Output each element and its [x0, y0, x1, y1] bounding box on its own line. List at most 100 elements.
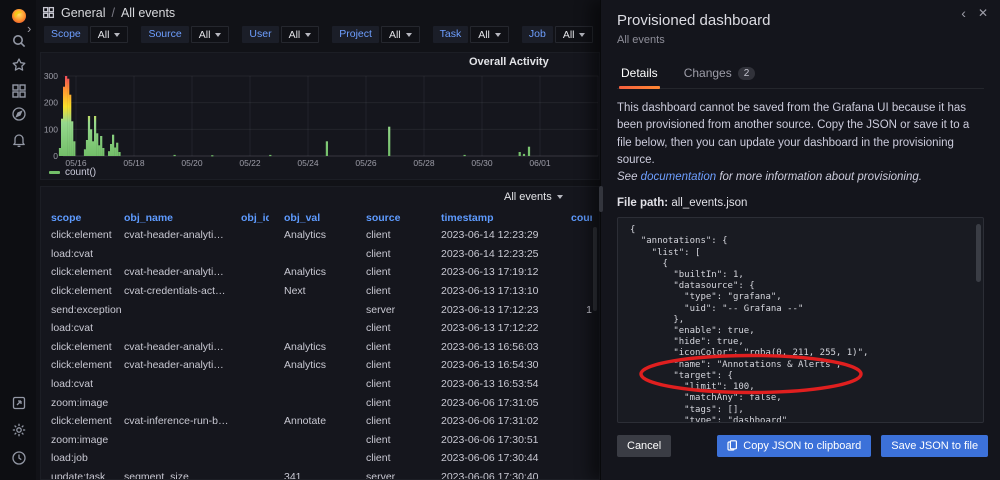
table-row[interactable]: click:elementcvat-inference-run-b…Annota…	[41, 412, 599, 431]
explore-compass-icon[interactable]	[10, 105, 27, 122]
cancel-button[interactable]: Cancel	[617, 435, 671, 457]
svg-text:300: 300	[44, 71, 58, 81]
svg-text:200: 200	[44, 98, 58, 108]
column-header-count[interactable]: count	[571, 212, 592, 224]
filter-label[interactable]: Job	[522, 26, 553, 43]
json-code: { "annotations": { "list": [ { "builtIn"…	[630, 225, 971, 423]
filter-job: JobAll	[522, 26, 594, 43]
filter-value-dropdown[interactable]: All	[90, 26, 129, 43]
configuration-gear-icon[interactable]	[10, 421, 27, 438]
table-row[interactable]: zoom:imageclient2023-06-06 17:30:51	[41, 431, 599, 450]
filter-project: ProjectAll	[332, 26, 419, 43]
filter-value-dropdown[interactable]: All	[555, 26, 594, 43]
table-row[interactable]: click:elementcvat-header-analyti…Analyti…	[41, 226, 599, 245]
drawer-subtitle: All events	[617, 34, 984, 46]
documentation-link[interactable]: documentation	[641, 171, 716, 183]
cell-scope: load:job	[51, 452, 124, 464]
copy-json-button[interactable]: Copy JSON to clipboard	[717, 435, 871, 457]
search-icon[interactable]	[10, 32, 27, 49]
chart-legend[interactable]: count()	[49, 167, 96, 178]
svg-text:05/16: 05/16	[65, 158, 87, 167]
legend-series-label: count()	[65, 167, 96, 178]
filter-label[interactable]: Task	[433, 26, 469, 43]
table-row[interactable]: click:elementcvat-credentials-act…Nextcl…	[41, 282, 599, 301]
expand-sidebar-chevron[interactable]: ›	[27, 21, 31, 36]
svg-text:05/26: 05/26	[355, 158, 377, 167]
server-admin-icon[interactable]	[10, 394, 27, 411]
svg-text:05/18: 05/18	[123, 158, 145, 167]
cell-scope: load:cvat	[51, 322, 124, 334]
help-icon[interactable]	[10, 449, 27, 466]
cell-obj_val: 341	[269, 471, 366, 480]
table-row[interactable]: load:cvatclient2023-06-13 17:12:22	[41, 319, 599, 338]
svg-text:05/24: 05/24	[297, 158, 319, 167]
cell-timestamp: 2023-06-13 17:12:22	[441, 322, 571, 334]
code-scrollbar[interactable]	[976, 224, 981, 282]
filter-value-dropdown[interactable]: All	[281, 26, 320, 43]
table-panel-title-menu[interactable]: All events	[504, 191, 563, 203]
breadcrumb-separator: /	[111, 6, 114, 20]
table-row[interactable]: zoom:imageclient2023-06-06 17:31:05	[41, 393, 599, 412]
filter-label[interactable]: User	[242, 26, 278, 43]
column-header-obj_name[interactable]: obj_name	[124, 212, 241, 224]
alerting-bell-icon[interactable]	[10, 131, 27, 148]
filter-value-dropdown[interactable]: All	[381, 26, 420, 43]
cell-timestamp: 2023-06-13 17:13:10	[441, 285, 571, 297]
filter-value-dropdown[interactable]: All	[191, 26, 230, 43]
table-row[interactable]: send:exceptionserver2023-06-13 17:12:231	[41, 300, 599, 319]
cell-source: client	[366, 415, 441, 427]
column-header-obj_val[interactable]: obj_val	[269, 212, 366, 224]
cell-obj_val: Analytics	[269, 341, 366, 353]
table-row[interactable]: click:elementcvat-header-analyti…Analyti…	[41, 356, 599, 375]
table-panel-titlebar: All events	[41, 187, 599, 209]
column-header-timestamp[interactable]: timestamp	[441, 212, 571, 224]
cell-obj_val: Analytics	[269, 229, 366, 241]
overall-activity-panel: Overall Activity 010020030005/1605/1805/…	[40, 52, 600, 180]
filter-label[interactable]: Scope	[44, 26, 88, 43]
column-header-obj_id[interactable]: obj_id	[241, 212, 269, 224]
tab-changes[interactable]: Changes 2	[682, 62, 758, 88]
table-header-row: scopeobj_nameobj_idobj_valsourcetimestam…	[41, 209, 599, 226]
filter-label[interactable]: Project	[332, 26, 379, 43]
cell-timestamp: 2023-06-14 12:23:29	[441, 229, 571, 241]
column-header-scope[interactable]: scope	[51, 212, 124, 224]
table-row[interactable]: load:cvatclient2023-06-14 12:23:25	[41, 245, 599, 264]
drawer-close-icon[interactable]: ✕	[978, 4, 988, 22]
provisioned-dashboard-drawer: ‹ ✕ Provisioned dashboard All events Det…	[600, 0, 1000, 480]
activity-bar-chart[interactable]: 010020030005/1605/1805/2005/2205/2405/26…	[41, 67, 599, 167]
drawer-resize-handle[interactable]	[599, 186, 603, 212]
cell-source: client	[366, 434, 441, 446]
cell-obj_val: Annotate	[269, 415, 366, 427]
cell-obj_name: cvat-header-analyti…	[124, 359, 241, 371]
grafana-logo-icon[interactable]	[10, 7, 27, 24]
cell-timestamp: 2023-06-06 17:30:40	[441, 471, 571, 480]
chevron-down-icon	[406, 33, 412, 37]
table-row[interactable]: click:elementcvat-header-analyti…Analyti…	[41, 338, 599, 357]
filter-label[interactable]: Source	[141, 26, 188, 43]
table-row[interactable]: update:tasksegment_size341server2023-06-…	[41, 468, 599, 480]
svg-text:05/20: 05/20	[181, 158, 203, 167]
save-json-button[interactable]: Save JSON to file	[881, 435, 988, 457]
table-row[interactable]: click:elementcvat-header-analyti…Analyti…	[41, 263, 599, 282]
cell-timestamp: 2023-06-06 17:31:02	[441, 415, 571, 427]
table-row[interactable]: load:cvatclient2023-06-13 16:53:54	[41, 375, 599, 394]
breadcrumb-page[interactable]: All events	[121, 6, 175, 20]
breadcrumb: General / All events	[42, 6, 175, 20]
drawer-title: Provisioned dashboard	[617, 12, 984, 29]
file-path-label: File path:	[617, 197, 668, 209]
column-header-source[interactable]: source	[366, 212, 441, 224]
cell-timestamp: 2023-06-13 16:53:54	[441, 378, 571, 390]
filter-value-dropdown[interactable]: All	[470, 26, 509, 43]
favorites-star-icon[interactable]	[10, 56, 27, 73]
breadcrumb-section[interactable]: General	[61, 6, 105, 20]
table-scrollbar[interactable]	[593, 227, 597, 311]
cell-source: client	[366, 266, 441, 278]
dashboards-grid-icon[interactable]	[10, 82, 27, 99]
drawer-collapse-icon[interactable]: ‹	[961, 4, 966, 22]
dashboard-json-codeblock[interactable]: { "annotations": { "list": [ { "builtIn"…	[617, 217, 984, 423]
tab-details-label: Details	[621, 66, 658, 80]
table-row[interactable]: load:jobclient2023-06-06 17:30:44	[41, 449, 599, 468]
provisioning-note: See documentation for more information a…	[617, 171, 922, 183]
chart-gridlines	[63, 76, 598, 156]
tab-details[interactable]: Details	[619, 62, 660, 88]
